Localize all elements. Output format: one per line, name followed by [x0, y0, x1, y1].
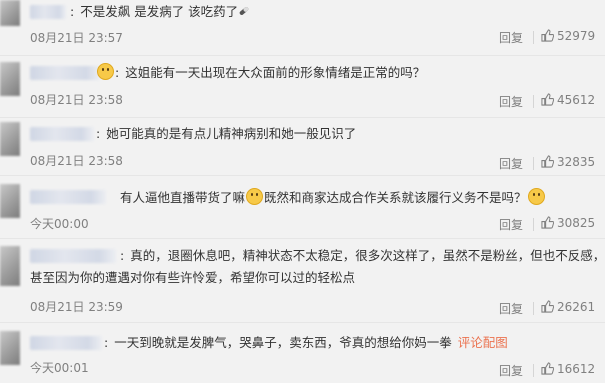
like-count: 52979 [557, 29, 596, 43]
emoji-icon [527, 188, 545, 205]
username[interactable] [30, 66, 100, 80]
username[interactable] [30, 249, 116, 263]
timestamp: 今天00:01 [30, 361, 89, 375]
divider [533, 302, 534, 315]
comment-text: : 她可能真的是有点儿精神病别和她一般见识了 [96, 126, 357, 141]
like-button[interactable]: 32835 [541, 155, 595, 169]
reply-button[interactable]: 回复 [499, 362, 523, 379]
avatar[interactable] [0, 331, 20, 365]
avatar[interactable] [0, 122, 20, 156]
comment-text: 有人逼他直播带货了嘛 既然和商家达成合作关系就该履行义务不是吗？ [120, 187, 546, 209]
divider [533, 157, 534, 170]
avatar[interactable] [0, 62, 20, 96]
avatar[interactable] [0, 0, 20, 26]
username[interactable] [30, 127, 94, 141]
like-button[interactable]: 30825 [541, 216, 595, 230]
comment-text: : 不是发飙 是发病了 该吃药了 [70, 1, 250, 24]
reply-button[interactable]: 回复 [499, 216, 523, 233]
thumbs-up-icon [541, 155, 555, 168]
thumbs-up-icon [541, 300, 555, 313]
divider [0, 175, 605, 176]
username[interactable] [30, 336, 102, 350]
comment-feed: : 不是发飙 是发病了 该吃药了 08月21日 23:57 回复 52979 :这… [0, 0, 605, 383]
reply-button[interactable]: 回复 [499, 93, 523, 110]
like-count: 26261 [557, 300, 596, 314]
timestamp: 今天00:00 [30, 217, 89, 231]
divider [0, 238, 605, 239]
emoji-icon [246, 188, 264, 205]
divider [0, 55, 605, 56]
divider [533, 364, 534, 377]
divider [533, 95, 534, 108]
thumbs-up-icon [541, 93, 555, 106]
avatar[interactable] [0, 246, 20, 286]
comment-image-link[interactable]: 评论配图 [458, 335, 508, 350]
reply-button[interactable]: 回复 [499, 300, 523, 317]
like-count: 45612 [557, 93, 596, 107]
divider [0, 322, 605, 323]
divider [533, 31, 534, 44]
like-button[interactable]: 45612 [541, 93, 595, 107]
like-count: 30825 [557, 216, 596, 230]
like-count: 16612 [557, 362, 596, 376]
comment-text: : 这姐能有一天出现在大众面前的形象情绪是正常的吗？ [96, 62, 425, 84]
username[interactable] [30, 190, 106, 204]
divider [533, 218, 534, 231]
reply-button[interactable]: 回复 [499, 155, 523, 172]
timestamp: 08月21日 23:58 [30, 154, 123, 168]
username[interactable] [30, 5, 66, 19]
emoji-icon [97, 63, 114, 80]
like-count: 32835 [557, 155, 596, 169]
comment-text: : 真的，退圈休息吧，精神状态不太稳定，很多次这样了，虽然不是粉丝，但也不反感， [120, 248, 605, 263]
timestamp: 08月21日 23:59 [30, 300, 123, 314]
timestamp: 08月21日 23:57 [30, 31, 123, 45]
like-button[interactable]: 16612 [541, 362, 595, 376]
thumbs-up-icon [541, 29, 555, 42]
reply-button[interactable]: 回复 [499, 29, 523, 46]
pill-icon [238, 2, 250, 24]
divider [0, 117, 605, 118]
timestamp: 08月21日 23:58 [30, 93, 123, 107]
like-button[interactable]: 52979 [541, 29, 595, 43]
comment-text-continued: 甚至因为你的遭遇对你有些许怜爱，希望你可以过的轻松点 [30, 270, 356, 285]
comment-text: : 一天到晚就是发脾气，哭鼻子，卖东西，爷真的想给你妈一拳 评论配图 [104, 335, 508, 350]
thumbs-up-icon [541, 362, 555, 375]
like-button[interactable]: 26261 [541, 300, 595, 314]
thumbs-up-icon [541, 216, 555, 229]
avatar[interactable] [0, 184, 20, 218]
